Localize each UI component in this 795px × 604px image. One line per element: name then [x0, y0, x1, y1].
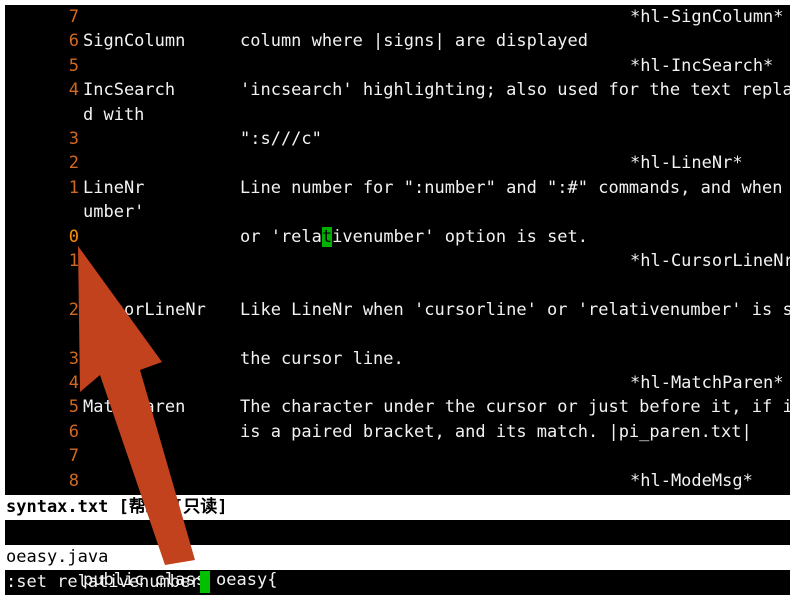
buffer-line[interactable]: 2 CursorLineNr Like LineNr when 'cursorlin…: [5, 298, 790, 322]
buffer-line[interactable]: 3 the cursor line.: [5, 347, 790, 371]
buffer-line[interactable]: [5, 273, 790, 297]
java-buffer-line[interactable]: 1 public class oeasy{: [5, 520, 790, 590]
line-number: 5: [68, 55, 79, 76]
help-description: column where |signs| are displayed: [240, 31, 588, 52]
line-number: 4: [68, 373, 79, 393]
line-number: 2: [68, 153, 79, 174]
buffer-line[interactable]: 3 ":s///c": [5, 127, 790, 151]
line-number: 4: [68, 80, 79, 101]
help-description: the cursor line.: [240, 348, 404, 369]
help-topic: IncSearch: [83, 80, 176, 101]
command-text: :set relativenumber: [6, 572, 201, 592]
help-tag[interactable]: *hl-ModeMsg*: [630, 469, 753, 493]
help-tag[interactable]: *hl-MatchParen*: [630, 371, 784, 395]
buffer-line[interactable]: umber': [5, 200, 790, 224]
buffer-line[interactable]: 0 or 'relativenumber' option is set.: [5, 225, 790, 249]
line-number: 1: [68, 251, 79, 271]
help-description: Line number for ":number" and ":#" comma…: [240, 177, 790, 198]
help-tag[interactable]: *hl-SignColumn*: [630, 5, 784, 29]
buffer-line[interactable]: 7 *hl-SignColumn*: [5, 5, 790, 29]
line-number: 7: [68, 446, 79, 467]
help-topic: umber': [83, 202, 145, 223]
line-number: 3: [68, 129, 79, 149]
buffer-line[interactable]: 1 *hl-CursorLineNr: [5, 249, 790, 273]
buffer-line[interactable]: 1 LineNr Line number for ":number" and ":#…: [5, 176, 790, 200]
help-status-line: syntax.txt [帮助][只读]: [5, 495, 790, 520]
help-topic: MatchParen: [83, 397, 186, 418]
help-tag[interactable]: *hl-LineNr*: [630, 151, 743, 175]
help-description: ":s///c": [240, 129, 322, 149]
help-topic: SignColumn: [83, 31, 186, 52]
text-cursor: t: [321, 226, 333, 247]
buffer-line[interactable]: 5 *hl-IncSearch*: [5, 54, 790, 78]
buffer-line[interactable]: 6 is a paired bracket, and its match. |pi…: [5, 420, 790, 444]
buffer-line[interactable]: d with: [5, 103, 790, 127]
line-number: 3: [68, 348, 79, 369]
buffer-line[interactable]: 6 SignColumn column where |signs| are disp…: [5, 29, 790, 53]
line-number: 1: [68, 177, 79, 198]
line-number: 6: [68, 31, 79, 52]
buffer-line[interactable]: 8 *hl-ModeMsg*: [5, 469, 790, 493]
help-description: The character under the cursor or just b…: [240, 397, 790, 418]
buffer-line[interactable]: 4 *hl-MatchParen*: [5, 371, 790, 395]
help-description: Like LineNr when 'cursorline' or 'relati…: [240, 299, 790, 320]
vim-terminal[interactable]: 7 *hl-SignColumn* 6 SignColumn column where …: [5, 5, 790, 595]
help-topic: d with: [83, 104, 145, 125]
line-number: 5: [68, 397, 79, 418]
line-number: 7: [68, 7, 79, 27]
help-description: or 'relativenumber' option is set.: [240, 226, 589, 247]
line-number: 0: [68, 226, 79, 247]
line-number: 6: [68, 421, 79, 442]
buffer-line[interactable]: [5, 322, 790, 346]
cursor-block: [200, 571, 211, 593]
buffer-line[interactable]: 7: [5, 444, 790, 468]
help-tag[interactable]: *hl-CursorLineNr: [630, 249, 790, 273]
help-topic: LineNr: [83, 177, 145, 198]
java-status-line: oeasy.java: [5, 545, 790, 570]
help-topic: CursorLineNr: [83, 299, 206, 320]
command-line[interactable]: :set relativenumber: [5, 570, 790, 595]
screen: 7 *hl-SignColumn* 6 SignColumn column where …: [0, 0, 795, 604]
buffer-line[interactable]: 5 MatchParen The character under the curso…: [5, 395, 790, 419]
line-number: 8: [68, 470, 79, 491]
help-tag[interactable]: *hl-IncSearch*: [630, 54, 773, 78]
help-description: is a paired bracket, and its match. |pi_…: [240, 421, 752, 442]
buffer-line[interactable]: 4 IncSearch 'incsearch' highlighting; also…: [5, 78, 790, 102]
buffer-line[interactable]: 2 *hl-LineNr*: [5, 151, 790, 175]
line-number: 2: [68, 299, 79, 320]
help-description: 'incsearch' highlighting; also used for …: [240, 80, 790, 101]
